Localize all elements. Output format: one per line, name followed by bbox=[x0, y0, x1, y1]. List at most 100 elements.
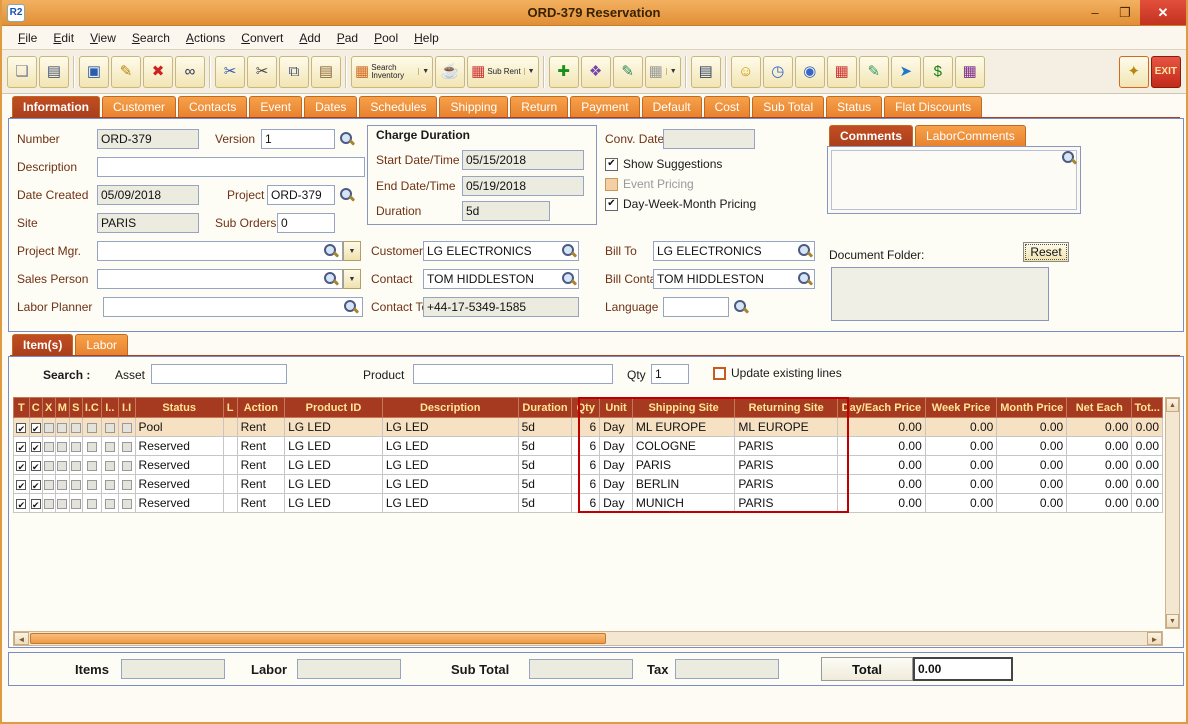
project-field[interactable]: ORD-379 bbox=[267, 185, 335, 205]
column-header-month-price[interactable]: Month Price bbox=[996, 397, 1068, 418]
row-checkbox[interactable] bbox=[104, 422, 115, 433]
scroll-right-button[interactable]: ► bbox=[1147, 632, 1162, 645]
column-header-status[interactable]: Status bbox=[134, 397, 224, 418]
description-field[interactable] bbox=[97, 157, 365, 177]
project-mgr-search-icon[interactable] bbox=[323, 243, 338, 258]
print-button[interactable]: ▤ bbox=[39, 55, 69, 88]
tab-shipping[interactable]: Shipping bbox=[439, 96, 509, 117]
rates-button[interactable]: ➤ bbox=[890, 55, 921, 88]
exit-button[interactable]: EXIT bbox=[1150, 55, 1181, 88]
column-header-i[interactable]: I.. bbox=[100, 397, 119, 418]
column-header-t[interactable]: T bbox=[13, 397, 30, 418]
menu-search[interactable]: Search bbox=[124, 28, 178, 48]
row-checkbox[interactable] bbox=[57, 460, 68, 471]
row-checkbox[interactable] bbox=[43, 441, 54, 452]
tab-laborcomments[interactable]: LaborComments bbox=[915, 125, 1026, 146]
column-header-s[interactable]: S bbox=[68, 397, 83, 418]
new-document-button[interactable]: ❏ bbox=[7, 55, 37, 88]
item-row[interactable]: ✔ ✔ Reserved Rent LG LED LG LED 5d 6 Day BERLIN PA… bbox=[13, 474, 1163, 494]
row-checkbox[interactable] bbox=[121, 479, 132, 490]
tab-default[interactable]: Default bbox=[641, 96, 702, 117]
groups-button[interactable]: ❖ bbox=[580, 55, 611, 88]
scroll-down-button[interactable]: ▼ bbox=[1166, 614, 1179, 628]
row-checkbox[interactable] bbox=[86, 422, 97, 433]
conv-date-field[interactable] bbox=[663, 129, 755, 149]
maximize-button[interactable]: ❐ bbox=[1110, 0, 1140, 25]
contact-tel-field[interactable]: +44-17-5349-1585 bbox=[423, 297, 579, 317]
row-checkbox[interactable] bbox=[57, 498, 68, 509]
quick-save-button[interactable]: ◉ bbox=[794, 55, 825, 88]
duration-field[interactable]: 5d bbox=[462, 201, 550, 221]
sales-person-search-icon[interactable] bbox=[323, 271, 338, 286]
row-checkbox[interactable] bbox=[104, 498, 115, 509]
number-field[interactable]: ORD-379 bbox=[97, 129, 199, 149]
comments-text[interactable] bbox=[831, 150, 1077, 210]
column-header-qty[interactable]: Qty bbox=[571, 397, 601, 418]
menu-help[interactable]: Help bbox=[406, 28, 447, 48]
print-forms-button[interactable]: ▤ bbox=[690, 55, 721, 88]
cut-to-document-button[interactable]: ✂ bbox=[215, 55, 245, 88]
scroll-up-button[interactable]: ▲ bbox=[1166, 398, 1179, 412]
column-header-i-c[interactable]: I.C bbox=[81, 397, 102, 418]
money-button[interactable]: $ bbox=[922, 55, 953, 88]
tab-sub-total[interactable]: Sub Total bbox=[752, 96, 825, 117]
row-checkbox[interactable] bbox=[86, 460, 97, 471]
column-header-day-each-price[interactable]: Day/Each Price bbox=[836, 397, 926, 418]
qty-input[interactable]: 1 bbox=[651, 364, 689, 384]
bill-contact-search-icon[interactable] bbox=[797, 271, 812, 286]
tab-customer[interactable]: Customer bbox=[102, 96, 177, 117]
language-search-icon[interactable] bbox=[733, 299, 748, 314]
column-header-tot[interactable]: Tot... bbox=[1131, 397, 1163, 418]
row-checkbox[interactable]: ✔ bbox=[16, 441, 27, 453]
menu-actions[interactable]: Actions bbox=[178, 28, 233, 48]
row-checkbox[interactable] bbox=[121, 498, 132, 509]
reset-button[interactable]: Reset bbox=[1023, 242, 1069, 262]
menu-edit[interactable]: Edit bbox=[45, 28, 82, 48]
project-mgr-dropdown-button[interactable]: ▼ bbox=[343, 241, 361, 261]
menu-pool[interactable]: Pool bbox=[366, 28, 406, 48]
row-checkbox[interactable]: ✔ bbox=[16, 460, 27, 472]
row-checkbox[interactable] bbox=[121, 441, 132, 452]
sales-person-field[interactable] bbox=[97, 269, 343, 289]
tab-event[interactable]: Event bbox=[249, 96, 303, 117]
add-line-button[interactable]: ✚ bbox=[548, 55, 579, 88]
dwm-pricing-checkbox[interactable]: ✔ Day-Week-Month Pricing bbox=[605, 197, 756, 211]
row-checkbox[interactable] bbox=[86, 498, 97, 509]
show-suggestions-checkbox[interactable]: ✔ Show Suggestions bbox=[605, 157, 722, 171]
row-checkbox[interactable] bbox=[70, 479, 81, 490]
menu-file[interactable]: File bbox=[10, 28, 45, 48]
bill-to-search-icon[interactable] bbox=[797, 243, 812, 258]
row-checkbox[interactable] bbox=[70, 460, 81, 471]
row-checkbox[interactable]: ✔ bbox=[30, 460, 41, 472]
row-checkbox[interactable] bbox=[43, 422, 54, 433]
paste-button[interactable]: ▤ bbox=[311, 55, 341, 88]
feedback-button[interactable]: ☺ bbox=[730, 55, 761, 88]
row-checkbox[interactable] bbox=[57, 422, 68, 433]
inventory-cubes-button[interactable]: ▦ bbox=[826, 55, 857, 88]
row-checkbox[interactable] bbox=[57, 479, 68, 490]
search-inventory-button[interactable]: ▦ Search Inventory ▼ bbox=[351, 55, 434, 88]
pad-button[interactable]: ▦ ▼ bbox=[644, 55, 681, 88]
row-checkbox[interactable] bbox=[121, 460, 132, 471]
row-checkbox[interactable] bbox=[121, 422, 132, 433]
project-search-icon[interactable] bbox=[339, 187, 354, 202]
update-existing-lines-checkbox[interactable]: Update existing lines bbox=[713, 366, 842, 380]
contact-search-icon[interactable] bbox=[561, 271, 576, 286]
document-folder-box[interactable] bbox=[831, 267, 1049, 321]
row-checkbox[interactable]: ✔ bbox=[16, 498, 27, 510]
row-checkbox[interactable] bbox=[104, 479, 115, 490]
history-button[interactable]: ◷ bbox=[762, 55, 793, 88]
contact-field[interactable]: TOM HIDDLESTON bbox=[423, 269, 579, 289]
asset-input[interactable] bbox=[151, 364, 287, 384]
labor-planner-search-icon[interactable] bbox=[343, 299, 358, 314]
find-button[interactable]: ∞ bbox=[175, 55, 205, 88]
row-checkbox[interactable] bbox=[104, 460, 115, 471]
column-header-x[interactable]: X bbox=[41, 397, 56, 418]
column-header-returning-site[interactable]: Returning Site bbox=[734, 397, 838, 418]
row-checkbox[interactable] bbox=[104, 441, 115, 452]
scroll-left-button[interactable]: ◄ bbox=[14, 632, 29, 645]
edit-button[interactable]: ✎ bbox=[111, 55, 141, 88]
event-pricing-checkbox[interactable]: Event Pricing bbox=[605, 177, 694, 191]
comments-search-icon[interactable] bbox=[1061, 150, 1076, 165]
customer-field[interactable]: LG ELECTRONICS bbox=[423, 241, 579, 261]
